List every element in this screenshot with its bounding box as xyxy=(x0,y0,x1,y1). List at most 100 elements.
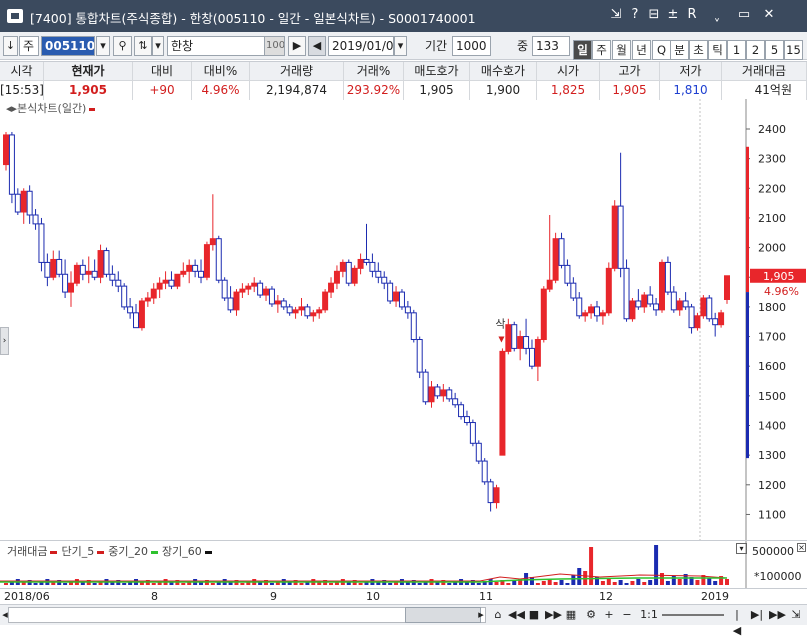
sort-icon[interactable]: ⇅ xyxy=(134,36,152,56)
candlestick-chart[interactable]: 2400230022002100200019001800170016001500… xyxy=(0,99,807,540)
price-chart[interactable]: 2400230022002100200019001800170016001500… xyxy=(0,99,807,540)
download-icon[interactable]: ↓ xyxy=(3,36,18,56)
candle-body xyxy=(274,300,281,305)
period-button[interactable]: 15 xyxy=(784,40,803,60)
volume-bar xyxy=(636,579,641,585)
period-button[interactable]: 월 xyxy=(612,40,631,60)
count-input[interactable]: 133 xyxy=(532,36,570,56)
forward-icon[interactable]: ▶▶ xyxy=(545,607,562,623)
play-icon[interactable]: ▶ xyxy=(288,36,306,56)
volume-bar xyxy=(695,580,700,585)
x-label: 9 xyxy=(270,590,277,603)
candle-body xyxy=(552,238,559,281)
settings-icon[interactable]: ⚙ xyxy=(583,607,599,623)
period-button[interactable]: 일 xyxy=(573,40,592,60)
period-button[interactable]: Q xyxy=(652,40,671,60)
period-input[interactable]: 1000 xyxy=(452,36,491,56)
plus-minus-icon[interactable]: ± xyxy=(664,6,682,24)
volume-bar xyxy=(577,568,582,585)
search-icon[interactable]: ⚲ xyxy=(113,36,132,56)
scroll-right-icon[interactable]: ▸ xyxy=(477,607,485,623)
candle-body xyxy=(298,306,305,311)
zoom-slider[interactable] xyxy=(662,614,724,616)
scrollbar-thumb[interactable] xyxy=(405,607,481,623)
candle-body xyxy=(676,300,683,311)
candle-body xyxy=(653,303,660,311)
volume-bar xyxy=(63,583,68,585)
ma-short-line xyxy=(0,573,728,582)
pin-icon[interactable]: ⇲ xyxy=(607,6,625,24)
zoom-out-icon[interactable]: − xyxy=(621,607,633,623)
axis-range-up xyxy=(746,146,749,293)
candle-body xyxy=(328,282,335,293)
x-label: 12 xyxy=(599,590,613,603)
zoom-ratio[interactable]: 1:1 xyxy=(640,607,658,623)
volume-bar xyxy=(388,583,393,585)
date-input[interactable]: 2019/01/08 xyxy=(328,36,394,56)
r-icon[interactable]: R xyxy=(683,6,701,24)
quote-value-cell: 1,905 xyxy=(44,81,133,100)
layout-icon[interactable]: ⊟ xyxy=(645,6,663,24)
period-button[interactable]: 분 xyxy=(670,40,689,60)
close-button[interactable]: ✕ xyxy=(760,6,778,24)
quote-value-row: [15:53] 1,905 +90 4.96% 2,194,874 293.92% 1,90… xyxy=(0,81,807,100)
volume-bar xyxy=(624,583,629,585)
next-page-icon[interactable]: ▶▶ xyxy=(769,607,786,623)
code-dropdown-icon[interactable]: ▾ xyxy=(96,36,110,56)
volume-bar xyxy=(329,583,334,585)
candle-body xyxy=(611,205,618,269)
period-button[interactable]: 초 xyxy=(689,40,708,60)
zoom-in-icon[interactable]: + xyxy=(603,607,615,623)
cursor-icon[interactable]: ⌂ xyxy=(490,607,506,623)
count-label: 중 xyxy=(517,39,529,53)
quote-value-cell: 1,825 xyxy=(537,81,600,100)
period-button[interactable]: 년 xyxy=(632,40,651,60)
date-dropdown-icon[interactable]: ▾ xyxy=(394,36,407,56)
quote-header-cell: 매도호가 xyxy=(404,62,470,81)
candle-body xyxy=(599,312,606,317)
last-page-icon[interactable]: ▶| xyxy=(750,607,764,623)
first-page-icon[interactable]: |◀ xyxy=(731,607,743,637)
sort-dropdown-icon[interactable]: ▾ xyxy=(152,36,164,56)
candle-body xyxy=(623,267,630,320)
candle-body xyxy=(268,288,275,305)
candle-body xyxy=(481,460,488,483)
candle-body xyxy=(493,487,500,504)
rewind-icon[interactable]: ◀◀ xyxy=(508,607,525,623)
volume-bar xyxy=(600,581,605,585)
period-button[interactable]: 5 xyxy=(765,40,784,60)
candle-body xyxy=(263,288,270,296)
panel-close-icon[interactable]: × xyxy=(797,543,806,552)
volume-bar xyxy=(181,583,186,585)
panel-expand-icon[interactable]: ▾ xyxy=(736,543,747,554)
candle-body xyxy=(688,306,695,329)
candle-body xyxy=(91,270,98,278)
volume-bar xyxy=(541,581,546,585)
grid-icon[interactable]: ▦ xyxy=(563,607,579,623)
back-icon[interactable]: ◀ xyxy=(308,36,326,56)
candle-body xyxy=(3,134,9,166)
x-label: 2018/06 xyxy=(4,590,50,603)
period-button[interactable]: 주 xyxy=(592,40,611,60)
period-button[interactable]: 1 xyxy=(727,40,746,60)
stop-icon[interactable]: ■ xyxy=(527,607,541,623)
period-button[interactable]: 2 xyxy=(746,40,765,60)
quote-header-cell: 시각 xyxy=(0,62,44,81)
candle-body xyxy=(629,300,636,320)
candle-body xyxy=(458,404,465,418)
side-panel-toggle[interactable]: › xyxy=(0,327,9,355)
candle-body xyxy=(499,350,506,456)
help-icon[interactable]: ? xyxy=(626,6,644,24)
maximize-button[interactable]: ▭ xyxy=(735,6,753,24)
candle-body xyxy=(233,291,240,311)
quote-value-cell: [15:53] xyxy=(0,81,44,100)
minimize-button[interactable]: ˬ xyxy=(708,6,726,24)
market-select[interactable]: 주 xyxy=(19,36,39,56)
quote-value-cell: +90 xyxy=(133,81,192,100)
volume-panel[interactable]: 거래대금 단기_5 중기_20 장기_60 ▾ × 500000 *100000 xyxy=(0,540,807,589)
period-button[interactable]: 틱 xyxy=(708,40,727,60)
stock-code-input[interactable]: 005110 xyxy=(41,36,95,56)
y-tick-label: 1700 xyxy=(758,331,786,344)
volume-bar xyxy=(358,583,363,585)
export-icon[interactable]: ⇲ xyxy=(789,607,803,623)
